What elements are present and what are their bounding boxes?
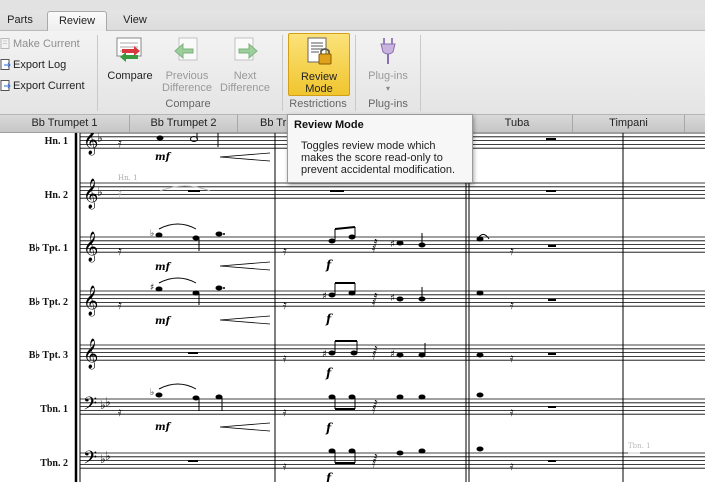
dyn-f-tbn1: f <box>325 421 333 435</box>
make-current-label: Make Current <box>13 38 80 50</box>
dyn-f-tpt1: f <box>325 258 333 272</box>
previous-difference-button[interactable]: Previous Difference <box>160 33 214 94</box>
compare-label: Compare <box>107 70 153 82</box>
review-mode-tooltip: Review Mode Toggles review mode which ma… <box>287 114 473 183</box>
svg-text:𝄿: 𝄿 <box>510 405 514 419</box>
svg-text:𝄿: 𝄿 <box>118 298 122 312</box>
previous-arrow-icon <box>174 37 198 61</box>
svg-text:𝄢: 𝄢 <box>83 448 97 473</box>
svg-text:𝄿: 𝄿 <box>510 298 514 312</box>
next-difference-button[interactable]: Next Difference <box>218 33 272 94</box>
window-top-strip <box>0 0 705 10</box>
next-arrow-icon <box>234 37 258 61</box>
svg-text:♭: ♭ <box>105 449 111 463</box>
plugins-button[interactable]: Plug-ins ▾ <box>362 33 414 95</box>
export-current-button[interactable]: Export Current <box>0 77 85 95</box>
svg-text:𝄿: 𝄿 <box>510 459 514 473</box>
previous-difference-label-1: Previous <box>165 70 209 82</box>
svg-text:𝅂: 𝅂 <box>372 293 378 307</box>
svg-text:♯: ♯ <box>322 349 327 360</box>
dyn-mf-tpt2: mf <box>155 316 172 327</box>
plugins-group-label: Plug-ins <box>368 98 408 110</box>
group-separator <box>355 35 356 111</box>
tooltip-title: Review Mode <box>294 119 364 131</box>
svg-text:♭: ♭ <box>150 388 154 398</box>
compare-group-label: Compare <box>165 98 211 110</box>
compare-icon <box>116 37 142 62</box>
ribbon-tab-bar: Parts Review View <box>0 0 705 32</box>
make-current-button[interactable]: Make Current <box>0 35 80 53</box>
svg-text:𝄿: 𝄿 <box>283 244 287 258</box>
dyn-f-tbn2: f <box>325 471 333 482</box>
svg-text:𝄞: 𝄞 <box>83 231 98 263</box>
tab-review[interactable]: Review <box>47 11 107 32</box>
export-log-label: Export Log <box>13 59 67 71</box>
svg-text:𝄿: 𝄿 <box>118 136 122 150</box>
review-mode-label-1: Review <box>300 71 338 83</box>
svg-text:𝄿: 𝄿 <box>283 405 287 419</box>
dyn-mf-hn1: mf <box>155 152 172 163</box>
svg-text:♯: ♯ <box>390 349 395 360</box>
svg-text:𝄿: 𝄿 <box>510 351 514 365</box>
svg-text:♯: ♯ <box>390 239 395 250</box>
tooltip-body: Toggles review mode which makes the scor… <box>301 140 456 176</box>
cue-label-tbn1: Tbn. 1 <box>628 442 651 450</box>
next-difference-label-1: Next <box>233 70 257 82</box>
export-current-label: Export Current <box>13 80 85 92</box>
dyn-f-tpt3: f <box>325 366 333 380</box>
svg-text:𝄿: 𝄿 <box>283 351 287 365</box>
svg-text:♭: ♭ <box>105 395 111 409</box>
tab-view[interactable]: View <box>112 11 158 30</box>
cue-label-hn1: Hn. 1 <box>118 174 138 182</box>
export-log-icon <box>0 58 11 70</box>
svg-text:♭: ♭ <box>97 133 103 145</box>
score-notation: 𝄞 𝄞 𝄞 𝄞 𝄞 𝄢 𝄢 ♭ ♭ ♭ ♭ ♭ ♭ 𝄿 mf Hn. 1 𝄿 𝄿… <box>74 133 705 482</box>
svg-text:𝄿: 𝄿 <box>118 244 122 258</box>
svg-text:𝅂: 𝅂 <box>372 239 378 253</box>
clef-icons: 𝄞 𝄞 𝄞 𝄞 𝄞 𝄢 𝄢 <box>83 133 98 473</box>
group-separator <box>97 35 98 111</box>
ribbon: Make Current Export Log Export Current C… <box>0 31 705 115</box>
previous-difference-label-2: Difference <box>162 82 212 94</box>
svg-text:𝅂: 𝅂 <box>372 400 378 414</box>
group-separator <box>282 35 283 111</box>
svg-text:𝄞: 𝄞 <box>83 285 98 317</box>
score-view[interactable]: Hn. 1 Hn. 2 B♭ Tpt. 1 B♭ Tpt. 2 B♭ Tpt. … <box>0 133 705 482</box>
svg-text:♭: ♭ <box>97 185 103 199</box>
part-tab-timpani[interactable]: Timpani <box>573 115 685 132</box>
svg-text:♯: ♯ <box>150 283 154 293</box>
group-separator <box>420 35 421 111</box>
svg-text:♯: ♯ <box>322 291 327 302</box>
document-icon <box>0 37 11 49</box>
review-mode-button[interactable]: Review Mode <box>288 33 350 96</box>
svg-text:𝄿: 𝄿 <box>283 459 287 473</box>
review-mode-label-2: Mode <box>305 83 333 95</box>
svg-text:♭: ♭ <box>150 229 154 239</box>
export-current-icon <box>0 79 11 91</box>
svg-text:♯: ♯ <box>390 293 395 304</box>
svg-text:𝄿: 𝄿 <box>510 244 514 258</box>
dyn-f-tpt2: f <box>325 312 333 326</box>
restrictions-group-label: Restrictions <box>289 98 347 110</box>
svg-text:𝄿: 𝄿 <box>283 298 287 312</box>
part-tab-bb-trumpet-1[interactable]: Bb Trumpet 1 <box>0 115 130 132</box>
dyn-mf-tbn1: mf <box>155 422 172 433</box>
svg-text:𝄿: 𝄿 <box>118 405 122 419</box>
svg-text:𝄿: 𝄿 <box>118 186 122 200</box>
part-tab-bb-trumpet-2[interactable]: Bb Trumpet 2 <box>130 115 238 132</box>
compare-button[interactable]: Compare <box>104 33 156 82</box>
part-tab-tuba[interactable]: Tuba <box>462 115 573 132</box>
svg-text:𝅂: 𝅂 <box>372 454 378 468</box>
plug-icon <box>380 38 396 64</box>
dyn-mf-tpt1: mf <box>155 262 172 273</box>
tab-parts[interactable]: Parts <box>2 11 38 30</box>
lock-document-icon <box>307 37 332 65</box>
export-log-button[interactable]: Export Log <box>0 56 66 74</box>
svg-text:𝄞: 𝄞 <box>83 338 98 370</box>
svg-text:𝄢: 𝄢 <box>83 394 97 419</box>
svg-text:𝅂: 𝅂 <box>372 346 378 360</box>
chevron-down-icon: ▾ <box>385 84 390 93</box>
next-difference-label-2: Difference <box>220 82 270 94</box>
plugins-label: Plug-ins <box>368 70 408 82</box>
